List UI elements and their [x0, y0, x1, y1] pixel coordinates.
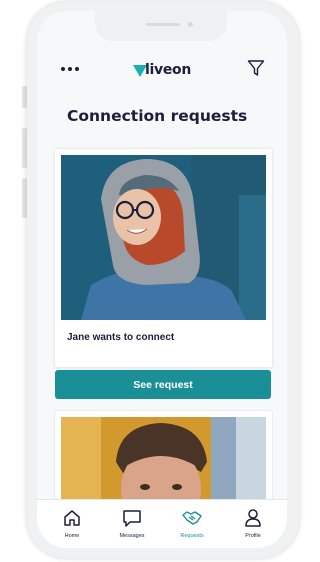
phone-notch — [95, 11, 227, 41]
app-screen: liveon Connection requests Jane wants to… — [37, 11, 287, 548]
logo-text: liveon — [145, 62, 192, 78]
tab-home[interactable]: Home — [47, 500, 97, 548]
tab-requests[interactable]: Requests — [167, 500, 217, 548]
home-icon — [64, 510, 80, 526]
tab-label: Messages — [119, 533, 145, 539]
front-camera — [188, 22, 193, 27]
tab-profile[interactable]: Profile — [228, 500, 278, 548]
request-photo — [61, 155, 266, 320]
tab-label: Home — [64, 533, 80, 539]
user-icon — [245, 509, 261, 527]
tab-messages[interactable]: Messages — [107, 500, 157, 548]
more-menu-icon[interactable] — [61, 67, 79, 71]
tab-label: Requests — [180, 533, 204, 539]
filter-icon[interactable] — [247, 59, 265, 77]
request-text: Jane wants to connect — [67, 332, 175, 343]
message-icon — [123, 510, 141, 527]
app-logo: liveon — [133, 61, 197, 81]
request-card[interactable]: Jane wants to connect — [54, 148, 273, 368]
app-header: liveon — [37, 57, 287, 83]
speaker-grille — [146, 23, 180, 26]
tab-label: Profile — [245, 533, 261, 539]
page-title: Connection requests — [67, 107, 248, 125]
see-request-button[interactable]: See request — [55, 370, 271, 399]
handshake-icon — [182, 511, 202, 525]
bottom-tab-bar: Home Messages Requests Profile — [37, 499, 287, 548]
